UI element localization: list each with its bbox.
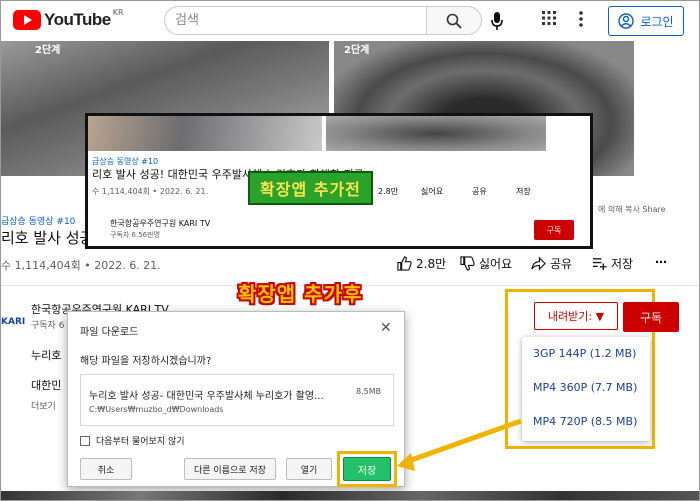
thumbnail-strip — [1, 491, 699, 500]
callout-arrow — [397, 418, 522, 471]
screen: YouTube KR 검색 로그인 2단계 2단계 급상승 동영상 #10 리호… — [0, 0, 700, 501]
